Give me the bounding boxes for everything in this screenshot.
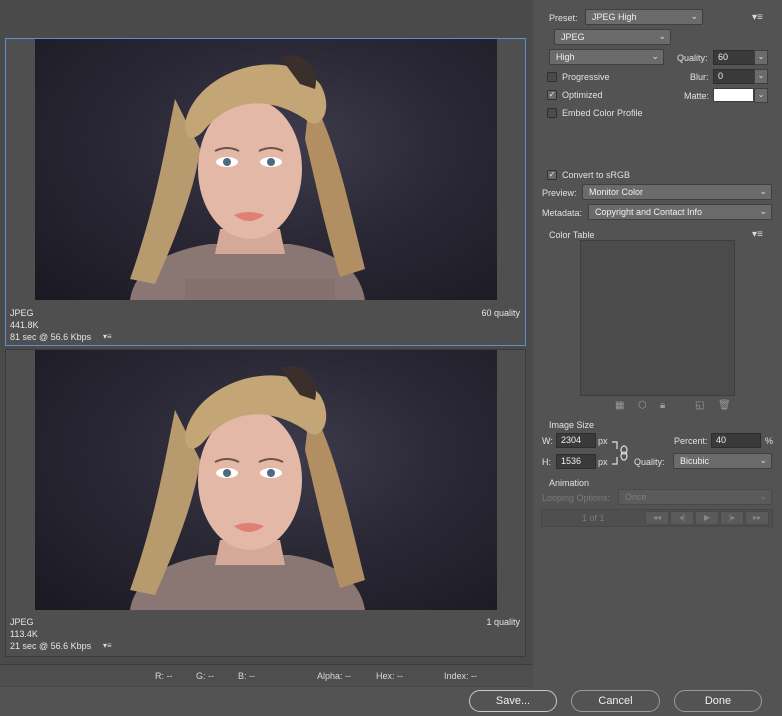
preview-dropdown[interactable]: Monitor Color ⌄ bbox=[582, 184, 772, 200]
preview-image[interactable] bbox=[35, 350, 497, 610]
menu-icon[interactable]: ▾≡ bbox=[103, 332, 112, 341]
preset-dropdown[interactable]: JPEG High ⌄ bbox=[585, 9, 703, 25]
embed-color-profile-label: Embed Color Profile bbox=[562, 108, 643, 118]
pane-size: 441.8K bbox=[10, 320, 39, 330]
progressive-label: Progressive bbox=[562, 72, 610, 82]
checkmark-icon: ✓ bbox=[548, 170, 556, 179]
resample-quality-label: Quality: bbox=[634, 457, 665, 467]
pane-size: 113.4K bbox=[10, 629, 38, 639]
percent-input[interactable]: 40 bbox=[711, 433, 761, 448]
chevron-down-icon: ⌄ bbox=[651, 51, 659, 61]
menu-icon[interactable]: ▾≡ bbox=[752, 229, 763, 240]
preview-pane-optimized[interactable]: JPEG 60 quality 441.8K 81 sec @ 56.6 Kbp… bbox=[5, 38, 526, 346]
height-unit: px bbox=[598, 457, 608, 467]
matte-color-swatch[interactable] bbox=[713, 88, 754, 102]
metadata-label: Metadata: bbox=[542, 208, 583, 218]
lock-icon[interactable]: 🔒︎ bbox=[660, 400, 665, 411]
chevron-down-icon: ⌄ bbox=[759, 206, 767, 216]
menu-icon[interactable]: ▾≡ bbox=[752, 12, 763, 23]
pane-format: JPEG bbox=[10, 308, 34, 318]
matte-label: Matte: bbox=[684, 91, 710, 101]
blur-label: Blur: bbox=[690, 72, 709, 82]
looping-label: Looping Options: bbox=[542, 493, 611, 503]
preset-value: JPEG High bbox=[592, 12, 637, 22]
first-frame-icon[interactable]: ◂◂ bbox=[645, 511, 669, 525]
status-b: B: -- bbox=[238, 671, 255, 681]
percent-label: Percent: bbox=[674, 436, 708, 446]
new-color-icon[interactable]: ◱ bbox=[695, 400, 704, 411]
status-g: G: -- bbox=[196, 671, 214, 681]
convert-srgb-checkbox[interactable]: ✓ bbox=[547, 170, 557, 180]
height-label: H: bbox=[542, 457, 551, 467]
image-size-title: Image Size bbox=[549, 420, 595, 430]
format-dropdown[interactable]: JPEG ⌄ bbox=[554, 29, 671, 45]
quality-level-dropdown[interactable]: High ⌄ bbox=[549, 49, 664, 65]
pane-quality: 1 quality bbox=[486, 617, 520, 627]
chevron-down-icon: ⌄ bbox=[690, 11, 698, 21]
chain-link-icon[interactable] bbox=[611, 441, 629, 465]
embed-color-profile-checkbox[interactable] bbox=[547, 108, 557, 118]
status-bar: R: -- G: -- B: -- Alpha: -- Hex: -- Inde… bbox=[0, 664, 533, 686]
progressive-checkbox[interactable] bbox=[547, 72, 557, 82]
status-hex: Hex: -- bbox=[376, 671, 403, 681]
pane-download-time: 81 sec @ 56.6 Kbps bbox=[10, 332, 92, 342]
next-frame-icon[interactable]: |▸ bbox=[720, 511, 744, 525]
frame-counter: 1 of 1 bbox=[582, 513, 605, 523]
matte-chevron-icon[interactable]: ⌄ bbox=[754, 88, 768, 103]
optimized-label: Optimized bbox=[562, 90, 603, 100]
preview-image[interactable] bbox=[35, 39, 497, 300]
blur-input[interactable]: 0 bbox=[713, 69, 755, 84]
looping-dropdown[interactable]: Once ⌄ bbox=[618, 489, 772, 505]
menu-icon[interactable]: ▾≡ bbox=[103, 641, 112, 650]
preview-label: Preview: bbox=[542, 188, 577, 198]
last-frame-icon[interactable]: ▸▸ bbox=[745, 511, 769, 525]
pane-download-time: 21 sec @ 56.6 Kbps bbox=[10, 641, 92, 651]
checkmark-icon: ✓ bbox=[548, 90, 556, 99]
web-shift-icon[interactable]: ⬡ bbox=[638, 400, 647, 411]
chevron-down-icon: ⌄ bbox=[759, 455, 767, 465]
format-value: JPEG bbox=[561, 32, 585, 42]
percent-unit: % bbox=[765, 436, 774, 446]
quality-label: Quality: bbox=[677, 53, 708, 63]
cancel-button[interactable]: Cancel bbox=[571, 690, 660, 712]
chevron-down-icon: ⌄ bbox=[759, 186, 767, 196]
height-input[interactable]: 1536 bbox=[556, 454, 596, 469]
convert-srgb-label: Convert to sRGB bbox=[562, 170, 631, 180]
color-table-label: Color Table bbox=[549, 230, 595, 240]
save-button[interactable]: Save... bbox=[469, 690, 557, 712]
looping-value: Once bbox=[625, 492, 647, 502]
status-alpha: Alpha: -- bbox=[317, 671, 352, 681]
portrait-image bbox=[130, 366, 365, 610]
previous-frame-icon[interactable]: ◂| bbox=[670, 511, 694, 525]
preset-label: Preset: bbox=[549, 13, 578, 23]
preview-pane-secondary[interactable]: JPEG 1 quality 113.4K 21 sec @ 56.6 Kbps… bbox=[5, 349, 526, 657]
play-icon[interactable]: ▶ bbox=[695, 511, 719, 525]
done-button[interactable]: Done bbox=[674, 690, 762, 712]
resample-quality-value: Bicubic bbox=[680, 456, 710, 466]
quality-input[interactable]: 60 bbox=[713, 50, 755, 65]
trash-icon[interactable]: 🗑︎ bbox=[718, 400, 731, 411]
pane-quality: 60 quality bbox=[481, 308, 520, 318]
blur-chevron-icon[interactable]: ⌄ bbox=[754, 69, 768, 84]
map-transparency-icon[interactable]: ▦ bbox=[615, 400, 624, 411]
pane-format: JPEG bbox=[10, 617, 34, 627]
quality-level-value: High bbox=[556, 52, 575, 62]
chevron-down-icon: ⌄ bbox=[658, 31, 666, 41]
preview-value: Monitor Color bbox=[589, 187, 644, 197]
metadata-value: Copyright and Contact Info bbox=[595, 207, 703, 217]
status-r: R: -- bbox=[155, 671, 173, 681]
metadata-dropdown[interactable]: Copyright and Contact Info ⌄ bbox=[588, 204, 772, 220]
animation-title: Animation bbox=[549, 478, 590, 488]
resample-quality-dropdown[interactable]: Bicubic ⌄ bbox=[673, 453, 772, 469]
width-input[interactable]: 2304 bbox=[556, 433, 596, 448]
color-table[interactable] bbox=[580, 240, 735, 396]
optimized-checkbox[interactable]: ✓ bbox=[547, 90, 557, 100]
portrait-image bbox=[130, 55, 365, 300]
chevron-down-icon: ⌄ bbox=[759, 491, 767, 501]
width-label: W: bbox=[542, 436, 553, 446]
width-unit: px bbox=[598, 436, 608, 446]
status-index: Index: -- bbox=[444, 671, 478, 681]
quality-chevron-icon[interactable]: ⌄ bbox=[754, 50, 768, 65]
